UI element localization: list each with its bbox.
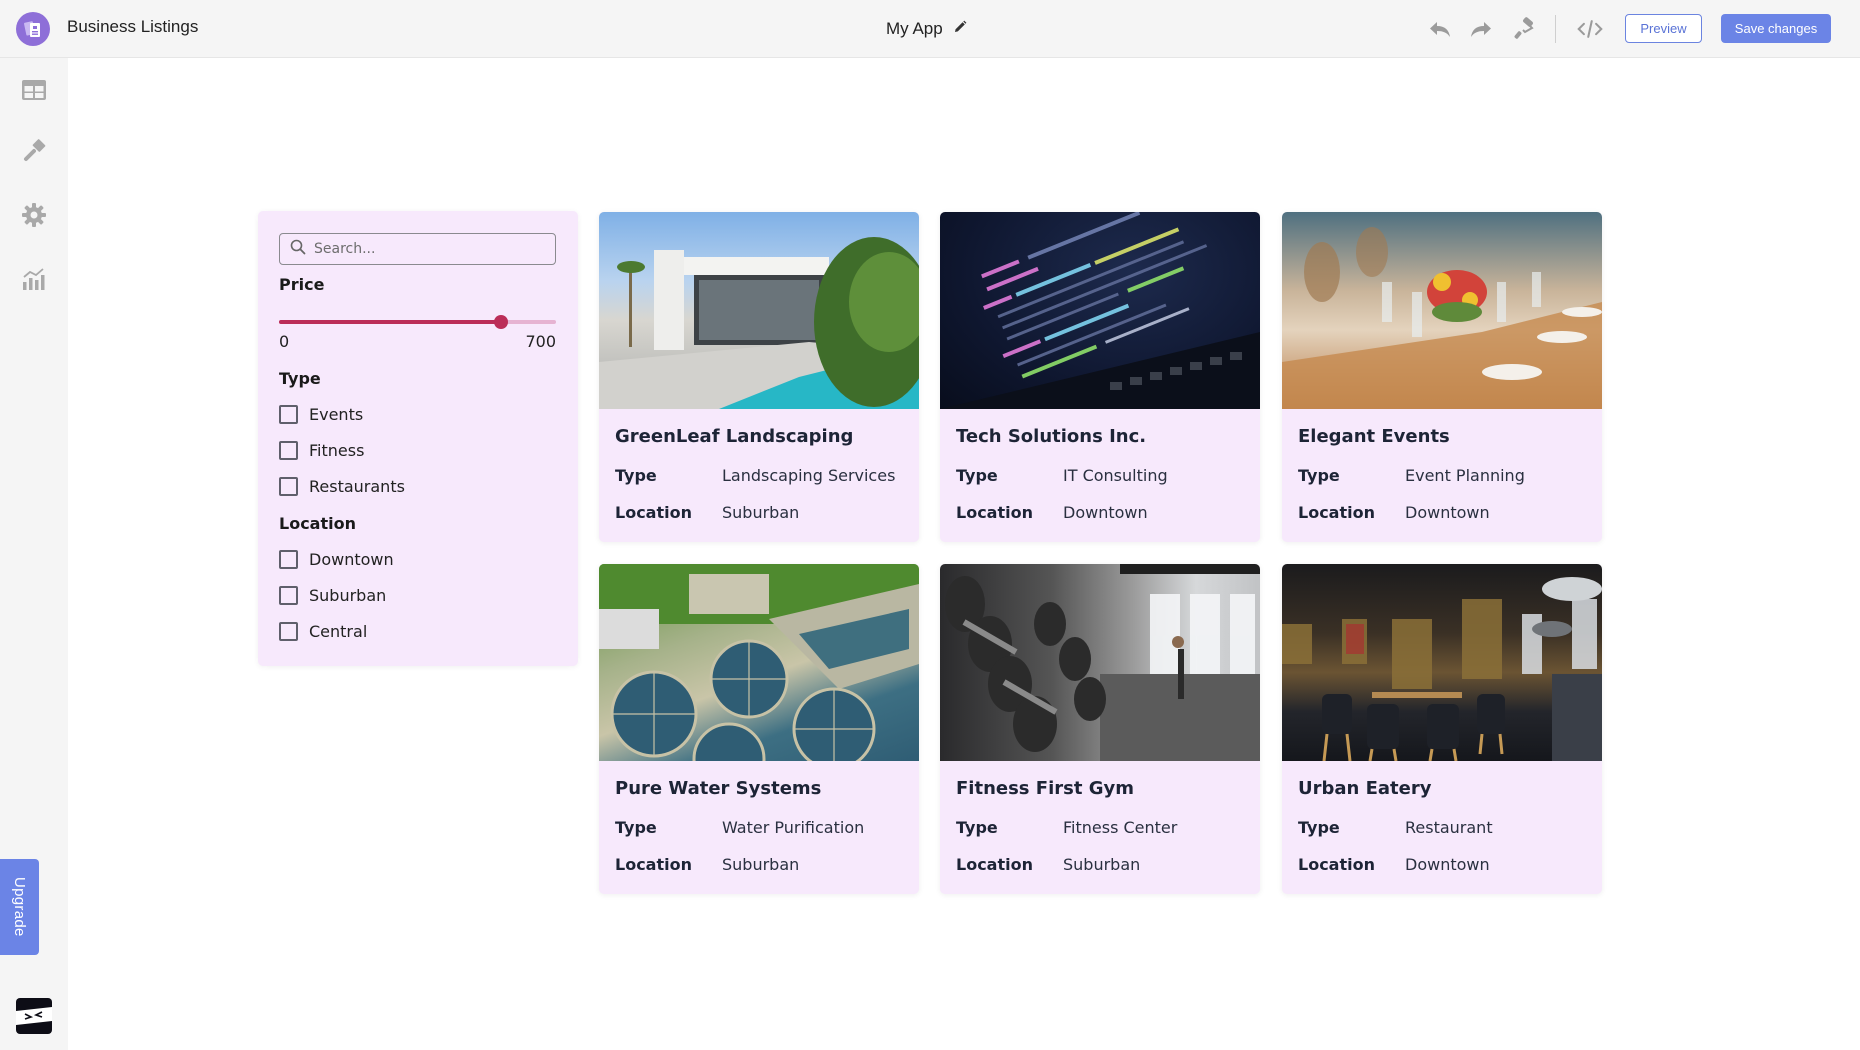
listing-card[interactable]: GreenLeaf Landscaping Type Landscaping S… <box>599 212 919 542</box>
table-icon[interactable] <box>20 76 48 104</box>
paintbrush-icon[interactable] <box>20 138 48 166</box>
location-value: Downtown <box>1405 503 1490 522</box>
type-key: Type <box>615 818 657 837</box>
type-value: Water Purification <box>722 818 865 837</box>
checkbox-label: Fitness <box>309 441 365 460</box>
type-value: Fitness Center <box>1063 818 1178 837</box>
price-min: 0 <box>279 332 290 351</box>
location-key: Location <box>1298 855 1375 874</box>
location-value: Downtown <box>1405 855 1490 874</box>
listing-title: GreenLeaf Landscaping <box>615 426 854 447</box>
listing-image <box>1282 564 1602 761</box>
checkbox[interactable] <box>279 622 298 641</box>
undo-icon[interactable] <box>1427 16 1453 42</box>
checkbox-label: Central <box>309 622 368 641</box>
top-bar: Business Listings My App Preview Save ch… <box>0 0 1860 58</box>
filter-panel: Price 0 700 Type Events Fitness Restaura… <box>258 211 578 666</box>
type-option-fitness[interactable]: Fitness <box>279 441 364 460</box>
checkbox-label: Downtown <box>309 550 394 569</box>
checkbox[interactable] <box>279 405 298 424</box>
location-key: Location <box>956 503 1033 522</box>
location-value: Downtown <box>1063 503 1148 522</box>
gear-icon[interactable] <box>20 201 48 229</box>
code-icon[interactable] <box>1577 16 1603 42</box>
listing-card[interactable]: Pure Water Systems Type Water Purificati… <box>599 564 919 894</box>
type-value: IT Consulting <box>1063 466 1168 485</box>
left-sidebar: Upgrade <box>0 58 68 1050</box>
location-value: Suburban <box>722 503 800 522</box>
listing-image <box>940 212 1260 409</box>
listing-card[interactable]: Tech Solutions Inc. Type IT Consulting L… <box>940 212 1260 542</box>
paint-roller-icon[interactable] <box>1511 16 1537 42</box>
redo-icon[interactable] <box>1468 16 1494 42</box>
type-key: Type <box>956 466 998 485</box>
app-name-editor[interactable]: My App <box>886 19 967 39</box>
listing-image <box>1282 212 1602 409</box>
location-option-suburban[interactable]: Suburban <box>279 586 386 605</box>
location-option-downtown[interactable]: Downtown <box>279 550 394 569</box>
slider-fill <box>279 320 501 324</box>
type-key: Type <box>1298 818 1340 837</box>
listing-card[interactable]: Elegant Events Type Event Planning Locat… <box>1282 212 1602 542</box>
brand-logo-icon <box>16 998 52 1034</box>
chart-icon[interactable] <box>20 265 48 293</box>
save-changes-button[interactable]: Save changes <box>1721 14 1831 43</box>
listing-title: Pure Water Systems <box>615 778 822 799</box>
location-option-central[interactable]: Central <box>279 622 367 641</box>
type-value: Event Planning <box>1405 466 1525 485</box>
business-card-icon[interactable] <box>16 12 50 46</box>
type-label: Type <box>279 369 321 388</box>
checkbox-label: Restaurants <box>309 477 405 496</box>
search-input[interactable] <box>314 241 534 257</box>
toolbar-divider <box>1555 15 1556 43</box>
slider-thumb[interactable] <box>493 315 508 329</box>
search-field[interactable] <box>279 233 556 265</box>
price-slider[interactable] <box>279 315 556 329</box>
price-max: 700 <box>525 332 556 351</box>
location-key: Location <box>1298 503 1375 522</box>
listing-title: Tech Solutions Inc. <box>956 426 1147 447</box>
type-key: Type <box>1298 466 1340 485</box>
checkbox[interactable] <box>279 477 298 496</box>
listing-title: Fitness First Gym <box>956 778 1134 799</box>
upgrade-button[interactable]: Upgrade <box>0 859 39 955</box>
type-option-restaurants[interactable]: Restaurants <box>279 477 405 496</box>
listing-title: Elegant Events <box>1298 426 1450 447</box>
app-name: My App <box>886 19 943 38</box>
type-value: Restaurant <box>1405 818 1493 837</box>
type-key: Type <box>956 818 998 837</box>
upgrade-label: Upgrade <box>11 877 28 937</box>
checkbox[interactable] <box>279 550 298 569</box>
pencil-icon[interactable] <box>953 19 967 39</box>
listing-card[interactable]: Urban Eatery Type Restaurant Location Do… <box>1282 564 1602 894</box>
listing-image <box>599 564 919 761</box>
checkbox[interactable] <box>279 586 298 605</box>
price-label: Price <box>279 275 325 294</box>
search-icon <box>290 239 306 259</box>
location-value: Suburban <box>722 855 800 874</box>
location-label: Location <box>279 514 356 533</box>
checkbox[interactable] <box>279 441 298 460</box>
location-key: Location <box>615 503 692 522</box>
app-title: Business Listings <box>67 17 199 36</box>
listing-image <box>940 564 1260 761</box>
location-key: Location <box>956 855 1033 874</box>
checkbox-label: Suburban <box>309 586 387 605</box>
listing-title: Urban Eatery <box>1298 778 1432 799</box>
preview-button[interactable]: Preview <box>1625 14 1702 43</box>
listing-image <box>599 212 919 409</box>
location-value: Suburban <box>1063 855 1141 874</box>
location-key: Location <box>615 855 692 874</box>
checkbox-label: Events <box>309 405 364 424</box>
listing-card[interactable]: Fitness First Gym Type Fitness Center Lo… <box>940 564 1260 894</box>
type-value: Landscaping Services <box>722 466 896 485</box>
type-option-events[interactable]: Events <box>279 405 363 424</box>
type-key: Type <box>615 466 657 485</box>
